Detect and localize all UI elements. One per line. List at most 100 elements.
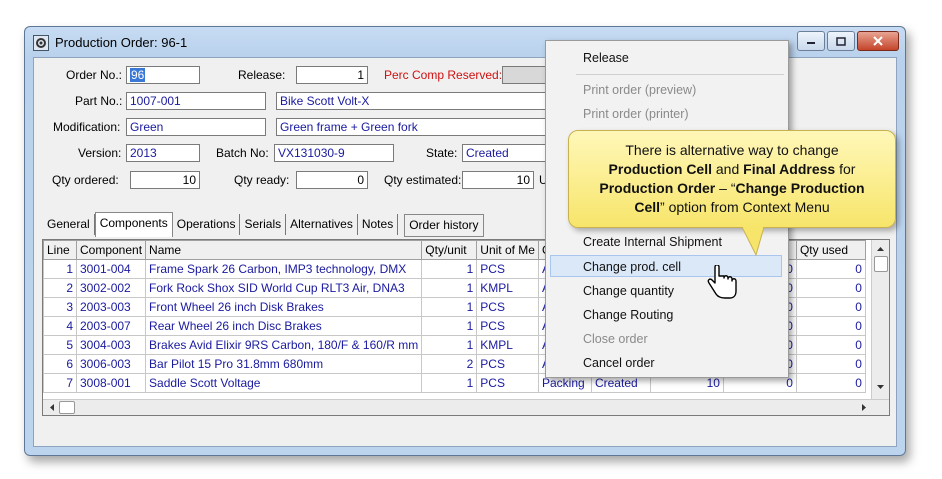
cell-unit[interactable]: PCS — [476, 259, 539, 279]
hscroll-thumb[interactable] — [59, 401, 75, 414]
scroll-up-icon[interactable] — [872, 242, 889, 256]
modification-field[interactable]: Green — [126, 118, 266, 136]
cell-line[interactable]: 6 — [43, 354, 77, 374]
batch-no-field[interactable]: VX131030-9 — [274, 144, 394, 162]
order-no-label: Order No.: — [66, 68, 123, 82]
cell-qty-unit[interactable]: 2 — [421, 354, 478, 374]
col-line[interactable]: Line — [43, 240, 77, 260]
menu-item-close-order[interactable]: Close order — [546, 328, 788, 350]
qty-ordered-field[interactable]: 10 — [130, 171, 200, 189]
cell-component[interactable]: 3006-003 — [75, 354, 147, 374]
minimize-icon — [807, 42, 815, 44]
close-button[interactable] — [857, 31, 899, 51]
cell-qty-unit[interactable]: 1 — [421, 297, 478, 317]
cell-line[interactable]: 2 — [43, 278, 77, 298]
order-no-field[interactable]: 96 — [126, 66, 200, 84]
part-no-field[interactable]: 1007-001 — [126, 92, 266, 110]
cell-qty-unit[interactable]: 1 — [421, 278, 478, 298]
cell-line[interactable]: 3 — [43, 297, 77, 317]
window-title: Production Order: 96-1 — [55, 35, 188, 50]
col-unit[interactable]: Unit of Me — [476, 240, 539, 260]
tab-notes[interactable]: Notes — [358, 214, 399, 235]
modification-description-field[interactable]: Green frame + Green fork — [276, 118, 548, 136]
cell-line[interactable]: 1 — [43, 259, 77, 279]
cell-unit[interactable]: PCS — [476, 297, 539, 317]
scroll-thumb[interactable] — [874, 256, 888, 272]
col-name[interactable]: Name — [145, 240, 423, 260]
perc-comp-reserved-field[interactable] — [502, 66, 548, 84]
cell-name[interactable]: Brakes Avid Elixir 9RS Carbon, 180/F & 1… — [145, 335, 423, 355]
modification-label: Modification: — [53, 120, 121, 134]
cell-name[interactable]: Rear Wheel 26 inch Disc Brakes — [145, 316, 423, 336]
scroll-left-icon[interactable] — [45, 400, 59, 415]
tab-alternatives[interactable]: Alternatives — [286, 214, 358, 235]
cell-qty-unit[interactable]: 1 — [421, 373, 478, 393]
cell-qty-used[interactable]: 0 — [795, 316, 866, 336]
perc-comp-reserved-label: Perc Comp Reserved: — [384, 68, 503, 82]
cell-unit[interactable]: PCS — [476, 354, 539, 374]
tab-general[interactable]: General — [43, 214, 95, 235]
cell-component[interactable]: 3001-004 — [75, 259, 147, 279]
menu-item-print-printer[interactable]: Print order (printer) — [546, 103, 788, 125]
qty-ready-label: Qty ready: — [234, 173, 290, 187]
cell-component[interactable]: 3002-002 — [75, 278, 147, 298]
cell-name[interactable]: Front Wheel 26 inch Disk Brakes — [145, 297, 423, 317]
cell-line[interactable]: 5 — [43, 335, 77, 355]
cell-component[interactable]: 2003-003 — [75, 297, 147, 317]
scroll-right-icon[interactable] — [857, 400, 871, 415]
cell-qty-used[interactable]: 0 — [795, 354, 866, 374]
menu-item-change-quantity[interactable]: Change quantity — [546, 280, 788, 302]
minimize-button[interactable] — [797, 31, 825, 51]
cell-name[interactable]: Bar Pilot 15 Pro 31.8mm 680mm — [145, 354, 423, 374]
cell-qty-used[interactable]: 0 — [795, 259, 866, 279]
menu-item-print-preview[interactable]: Print order (preview) — [546, 79, 788, 101]
cell-qty-unit[interactable]: 1 — [421, 316, 478, 336]
tab-order-history[interactable]: Order history — [404, 214, 484, 237]
tab-serials[interactable]: Serials — [240, 214, 287, 235]
qty-ready-field[interactable]: 0 — [296, 171, 368, 189]
cell-unit[interactable]: KMPL — [476, 335, 539, 355]
cell-qty-used[interactable]: 0 — [795, 373, 866, 393]
release-field[interactable]: 1 — [296, 66, 368, 84]
cell-qty-used[interactable]: 0 — [795, 335, 866, 355]
col-qty-unit[interactable]: Qty/unit — [421, 240, 478, 260]
menu-item-change-prod-cell[interactable]: Change prod. cell — [550, 255, 782, 277]
cell-name[interactable]: Saddle Scott Voltage — [145, 373, 423, 393]
menu-item-change-routing[interactable]: Change Routing — [546, 304, 788, 326]
batch-no-label: Batch No: — [216, 146, 269, 160]
horizontal-scrollbar[interactable] — [43, 399, 889, 415]
cell-qty-used[interactable]: 0 — [795, 297, 866, 317]
callout-text-5: ” option from Context Menu — [660, 199, 830, 215]
cell-unit[interactable]: PCS — [476, 373, 539, 393]
cell-qty-unit[interactable]: 1 — [421, 259, 478, 279]
cell-component[interactable]: 3004-003 — [75, 335, 147, 355]
cell-component[interactable]: 2003-007 — [75, 316, 147, 336]
callout-text-3: for — [835, 161, 856, 177]
tab-components[interactable]: Components — [94, 212, 173, 237]
qty-estimated-label: Qty estimated: — [384, 173, 462, 187]
version-field[interactable]: 2013 — [126, 144, 200, 162]
cell-unit[interactable]: KMPL — [476, 278, 539, 298]
col-component[interactable]: Component — [75, 240, 147, 260]
maximize-icon — [836, 36, 846, 46]
cell-qty-used[interactable]: 0 — [795, 278, 866, 298]
cell-qty-unit[interactable]: 1 — [421, 335, 478, 355]
callout-text-1: There is alternative way to change — [625, 142, 839, 158]
cell-name[interactable]: Frame Spark 26 Carbon, IMP3 technology, … — [145, 259, 423, 279]
cell-component[interactable]: 3008-001 — [75, 373, 147, 393]
col-qty-used[interactable]: Qty used — [795, 240, 866, 260]
cell-name[interactable]: Fork Rock Shox SID World Cup RLT3 Air, D… — [145, 278, 423, 298]
qty-estimated-field[interactable]: 10 — [462, 171, 534, 189]
state-field[interactable]: Created — [462, 144, 548, 162]
maximize-button[interactable] — [827, 31, 855, 51]
cell-unit[interactable]: PCS — [476, 316, 539, 336]
part-description-field[interactable]: Bike Scott Volt-X — [276, 92, 548, 110]
cell-line[interactable]: 4 — [43, 316, 77, 336]
menu-item-cancel-order[interactable]: Cancel order — [546, 352, 788, 374]
vertical-scrollbar[interactable] — [871, 240, 889, 400]
tab-operations[interactable]: Operations — [173, 214, 241, 235]
cell-line[interactable]: 7 — [43, 373, 77, 393]
scroll-down-icon[interactable] — [872, 380, 889, 394]
hand-cursor-icon — [707, 265, 737, 299]
menu-item-release[interactable]: Release — [546, 47, 788, 69]
